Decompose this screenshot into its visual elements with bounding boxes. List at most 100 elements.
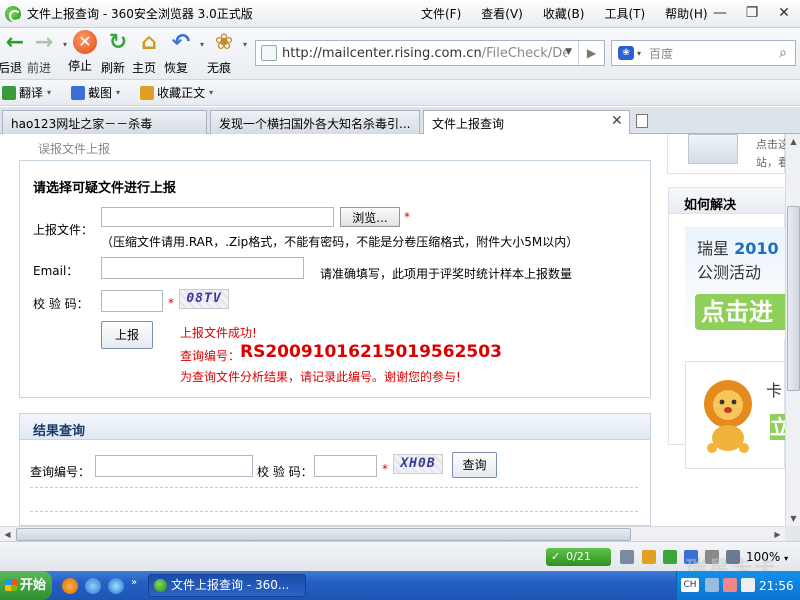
screenshot-dropdown-icon[interactable]: ▾ (116, 88, 120, 97)
horizontal-scrollbar[interactable]: ◀ ▶ (0, 526, 785, 541)
menu-view[interactable]: 查看(V) (481, 5, 523, 22)
query-button[interactable]: 查询 (452, 452, 497, 478)
extensions-toolbar: 翻译 ▾ 截图 ▾ 收藏正文 ▾ (0, 80, 800, 106)
menu-file[interactable]: 文件(F) (421, 5, 461, 22)
address-dropdown-icon[interactable]: ▼ (565, 47, 572, 57)
minimize-button[interactable]: — (704, 0, 736, 26)
window-title: 文件上报查询 - 360安全浏览器 3.0正式版 (27, 7, 253, 21)
incognito-button[interactable]: ❀ 无痕 ▾ (207, 30, 247, 75)
refresh-button[interactable]: ↻ 刷新 (101, 30, 135, 75)
submit-report-button[interactable]: 上报 (101, 321, 153, 349)
refresh-label: 刷新 (101, 61, 126, 75)
email-field[interactable] (101, 257, 304, 279)
fish-icon[interactable] (85, 578, 101, 594)
query-id-input[interactable] (95, 455, 253, 477)
translate-icon (2, 85, 16, 100)
scroll-down-icon[interactable]: ▼ (786, 511, 800, 526)
screenshot-button[interactable]: 截图 ▾ (71, 84, 120, 101)
status-bar: ✓ 0/21 100% ▾ (0, 541, 800, 571)
captcha-label: 校 验 码： (33, 297, 89, 311)
restore-button[interactable]: ❐ (736, 0, 768, 26)
lion-mascot-icon (704, 380, 752, 453)
url-text[interactable]: http://mailcenter.rising.com.cn/FileChec… (282, 46, 567, 61)
close-window-button[interactable]: ✕ (768, 0, 800, 26)
restore-tab-button[interactable]: ↶ 恢复 ▾ (164, 30, 204, 75)
tab-antivirus-news[interactable]: 发现一个横扫国外各大知名杀毒引... (210, 110, 420, 134)
baidu-paw-icon[interactable]: ❀ (618, 46, 634, 60)
counter-value: 0/21 (566, 550, 591, 563)
go-icon[interactable]: ▶ (578, 41, 604, 65)
kaka-promo-banner[interactable]: 卡 立 (685, 361, 785, 469)
browse-button[interactable]: 浏览... (340, 207, 400, 227)
system-tray: CH 21:56 (676, 571, 800, 600)
ie-icon[interactable] (108, 578, 124, 594)
tray-icon[interactable] (741, 578, 755, 592)
scroll-up-icon[interactable]: ▲ (786, 134, 800, 149)
ime-indicator[interactable]: CH (681, 578, 699, 592)
rising-promo-banner[interactable]: 瑞星 2010 公测活动 点击进 (685, 227, 785, 339)
restore-label: 恢复 (164, 61, 189, 75)
url-domain: http://mailcenter.rising.com.cn (282, 45, 482, 61)
translate-dropdown-icon[interactable]: ▾ (47, 88, 51, 97)
tab-file-report[interactable]: 文件上报查询 (423, 110, 630, 135)
new-tab-icon[interactable] (636, 114, 648, 128)
home-button[interactable]: ⌂ 主页 (132, 30, 166, 75)
firefox-icon[interactable] (62, 578, 78, 594)
page-content: 误报文件上报 请选择可疑文件进行上报 上报文件： 浏览... * （压缩文件请用… (0, 134, 785, 526)
result-captcha-input[interactable] (314, 455, 377, 477)
taskbar-browser-button[interactable]: 文件上报查询 - 360... (148, 574, 306, 597)
shield-icon[interactable] (642, 550, 656, 564)
search-input[interactable]: 百度 (649, 45, 771, 62)
translate-button[interactable]: 翻译 ▾ (2, 84, 51, 101)
file-label: 上报文件： (33, 223, 94, 237)
promo-cta-button[interactable]: 点击进 (695, 294, 785, 330)
search-bar[interactable]: ❀ ▾ 百度 ⌕ (611, 40, 796, 66)
restore-dropdown-icon[interactable]: ▾ (200, 40, 204, 49)
incognito-dropdown-icon[interactable]: ▾ (243, 40, 247, 49)
screenshot-icon (71, 85, 86, 100)
scroll-left-icon[interactable]: ◀ (0, 527, 15, 542)
horizontal-scroll-thumb[interactable] (16, 528, 631, 541)
sidebar-title: 如何解决 (684, 198, 737, 213)
result-captcha-image[interactable]: XH0B (393, 454, 443, 474)
save-text-dropdown-icon[interactable]: ▾ (209, 88, 213, 97)
captcha-image[interactable]: 08TV (179, 289, 229, 309)
document-icon (688, 134, 738, 164)
title-bar: 文件上报查询 - 360安全浏览器 3.0正式版 文件(F) 查看(V) 收藏(… (0, 0, 800, 28)
start-button[interactable]: 开始 (0, 571, 52, 600)
download-icon[interactable] (620, 550, 634, 564)
address-bar[interactable]: http://mailcenter.rising.com.cn/FileChec… (255, 40, 605, 66)
promo2-cta-button[interactable]: 立 (770, 414, 785, 440)
search-engine-dropdown-icon[interactable]: ▾ (637, 49, 641, 58)
scroll-right-icon[interactable]: ▶ (770, 527, 785, 542)
check-icon: ✓ (551, 550, 561, 563)
tab-hao123[interactable]: hao123网址之家－－杀毒 (2, 110, 207, 134)
tray-icon[interactable] (705, 578, 719, 592)
divider (30, 511, 638, 512)
captcha-input[interactable] (101, 290, 163, 312)
close-tab-icon[interactable]: ✕ (611, 113, 623, 129)
browser-logo-icon (5, 5, 21, 22)
stop-button[interactable]: ✕ 停止 (68, 30, 102, 73)
menu-tools[interactable]: 工具(T) (604, 5, 645, 22)
file-input[interactable] (101, 207, 334, 227)
forward-button[interactable]: → 前进 ▾ (27, 30, 67, 75)
breadcrumb[interactable]: 误报文件上报 (38, 140, 110, 157)
zoom-dropdown-icon[interactable]: ▾ (784, 554, 788, 563)
sidebar-top-link[interactable]: 点击这 站，看 (667, 134, 785, 174)
promo-brand-name: 瑞星 (697, 239, 730, 258)
menu-help[interactable]: 帮助(H) (665, 5, 707, 22)
save-text-button[interactable]: 收藏正文 ▾ (140, 84, 213, 101)
vertical-scroll-thumb[interactable] (787, 206, 800, 391)
quicklaunch-more-icon[interactable]: » (131, 577, 137, 588)
vertical-scrollbar[interactable]: ▲ ▼ (785, 134, 800, 526)
ad-block-counter[interactable]: ✓ 0/21 (546, 548, 611, 566)
menu-favorites[interactable]: 收藏(B) (543, 5, 585, 22)
search-icon[interactable]: ⌕ (771, 41, 795, 65)
forward-label: 前进 (27, 61, 52, 75)
stop-label: 停止 (68, 59, 93, 73)
tray-icon[interactable] (723, 578, 737, 592)
upload-panel: 请选择可疑文件进行上报 上报文件： 浏览... * （压缩文件请用.RAR，.Z… (19, 160, 651, 398)
forward-dropdown-icon[interactable]: ▾ (63, 40, 67, 49)
security-icon[interactable] (663, 550, 677, 564)
